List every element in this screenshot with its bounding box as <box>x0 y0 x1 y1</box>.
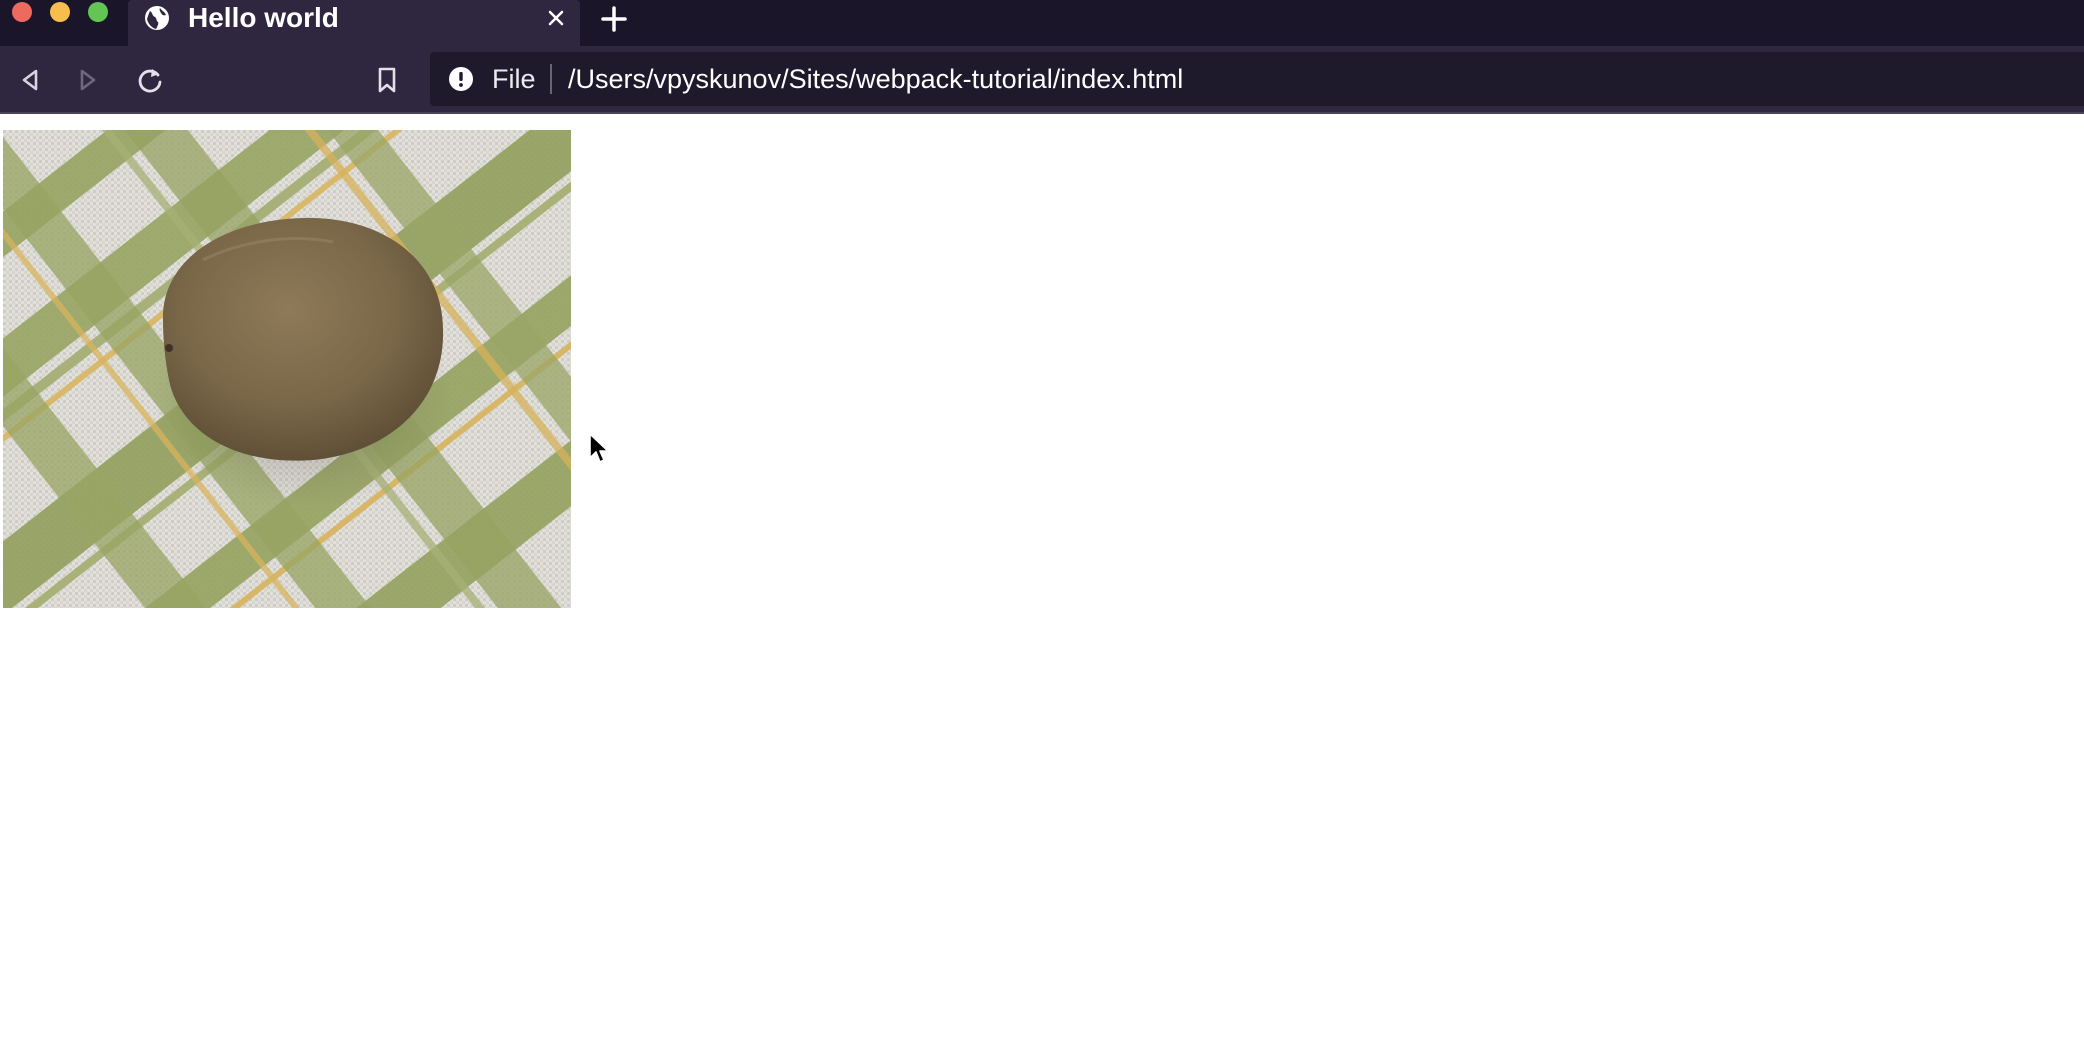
address-bar[interactable]: File /Users/vpyskunov/Sites/webpack-tuto… <box>430 52 2084 106</box>
reload-button[interactable] <box>130 60 170 100</box>
back-button[interactable] <box>10 60 50 100</box>
tab-hello-world[interactable]: Hello world <box>128 0 580 46</box>
bookmark-button[interactable] <box>367 60 407 100</box>
window-maximize-button[interactable] <box>88 2 108 22</box>
forward-arrow-icon <box>80 69 96 91</box>
tab-strip: Hello world <box>0 0 2084 46</box>
tab-close-icon[interactable] <box>542 4 570 32</box>
forward-button[interactable] <box>68 60 108 100</box>
kiwi-image <box>3 130 571 608</box>
url-scheme-label: File <box>492 64 536 94</box>
back-arrow-icon <box>22 69 38 91</box>
info-icon[interactable] <box>448 66 474 92</box>
tab-title: Hello world <box>188 2 339 33</box>
window-minimize-button[interactable] <box>50 2 70 22</box>
mouse-cursor-icon <box>588 432 610 466</box>
page-content <box>0 114 2084 1062</box>
url-text[interactable]: /Users/vpyskunov/Sites/webpack-tutorial/… <box>568 64 1183 94</box>
navigation-toolbar: File /Users/vpyskunov/Sites/webpack-tuto… <box>0 46 2084 114</box>
reload-icon <box>138 69 162 93</box>
bookmark-icon <box>378 67 396 93</box>
url-divider <box>550 64 552 94</box>
window-close-button[interactable] <box>12 2 32 22</box>
globe-icon <box>144 5 170 31</box>
browser-window: Hello world File /Users/vpyskunov/Sites/… <box>0 0 2084 1062</box>
new-tab-icon[interactable] <box>598 3 630 35</box>
